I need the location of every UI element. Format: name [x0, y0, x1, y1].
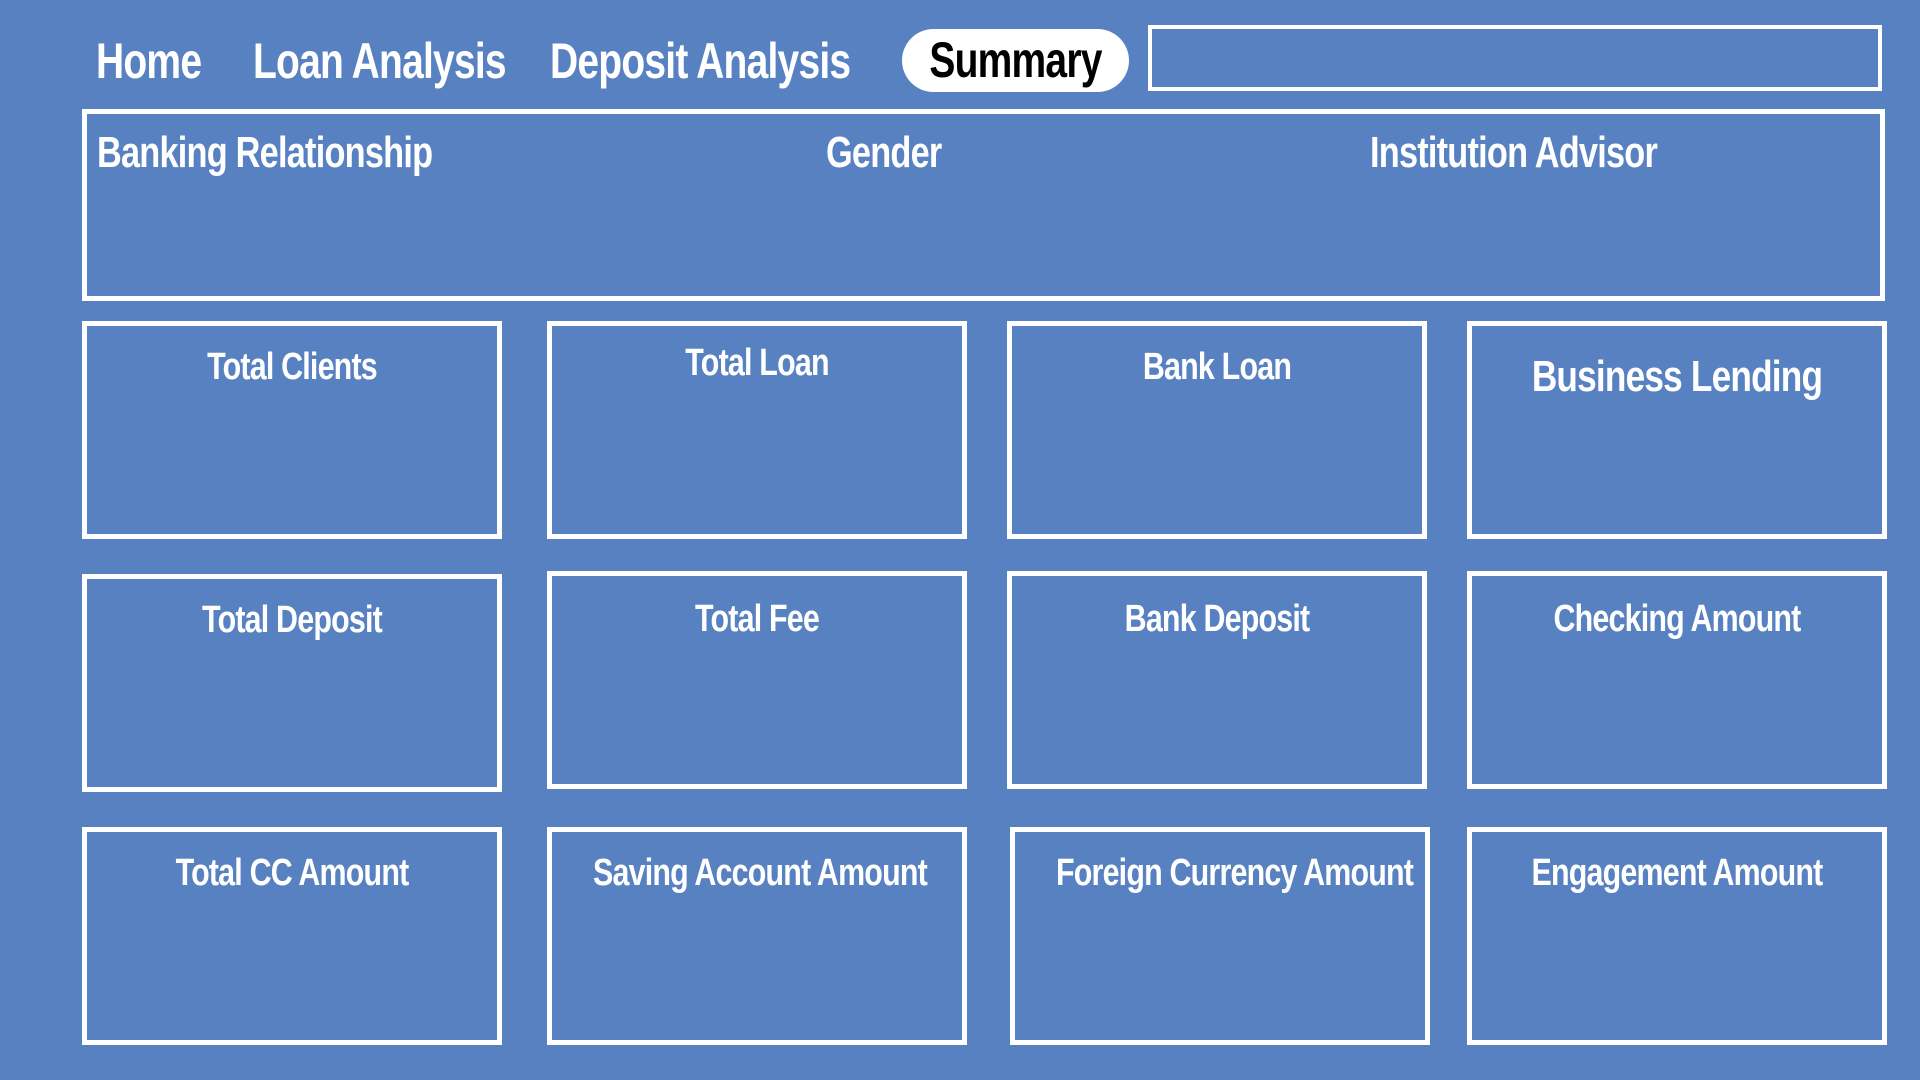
card-title: Total Fee — [695, 598, 820, 640]
card-title: Checking Amount — [1553, 598, 1802, 640]
search-input[interactable] — [1148, 25, 1882, 91]
nav-home[interactable]: Home — [96, 30, 202, 92]
card-title: Engagement Amount — [1531, 852, 1824, 894]
card-business-lending: Business Lending — [1467, 321, 1887, 539]
card-foreign-currency-amount: Foreign Currency Amount — [1010, 827, 1430, 1045]
filter-banking-relationship[interactable]: Banking Relationship — [97, 128, 433, 178]
card-title: Bank Loan — [1142, 346, 1292, 388]
card-title: Foreign Currency Amount — [1056, 852, 1414, 894]
filter-institution-advisor[interactable]: Institution Advisor — [1370, 128, 1658, 178]
card-title: Total Deposit — [202, 599, 383, 641]
card-engagement-amount: Engagement Amount — [1467, 827, 1887, 1045]
card-total-fee: Total Fee — [547, 571, 967, 789]
card-title: Bank Deposit — [1124, 598, 1310, 640]
card-total-deposit: Total Deposit — [82, 574, 502, 792]
card-total-clients: Total Clients — [82, 321, 502, 539]
card-checking-amount: Checking Amount — [1467, 571, 1887, 789]
card-title: Business Lending — [1531, 352, 1823, 401]
card-total-cc-amount: Total CC Amount — [82, 827, 502, 1045]
card-saving-account-amount: Saving Account Amount — [547, 827, 967, 1045]
card-title: Saving Account Amount — [593, 852, 928, 894]
nav-summary-label: Summary — [929, 32, 1102, 88]
card-total-loan: Total Loan — [547, 321, 967, 539]
filter-gender[interactable]: Gender — [826, 128, 942, 178]
card-title: Total Clients — [207, 346, 378, 388]
card-title: Total Loan — [685, 342, 829, 384]
card-bank-loan: Bank Loan — [1007, 321, 1427, 539]
nav-summary[interactable]: Summary — [902, 29, 1129, 92]
card-title: Total CC Amount — [175, 852, 410, 894]
nav-loan-analysis[interactable]: Loan Analysis — [253, 30, 507, 92]
filter-panel: Banking Relationship Gender Institution … — [82, 109, 1885, 301]
card-bank-deposit: Bank Deposit — [1007, 571, 1427, 789]
nav-deposit-analysis[interactable]: Deposit Analysis — [550, 30, 851, 92]
